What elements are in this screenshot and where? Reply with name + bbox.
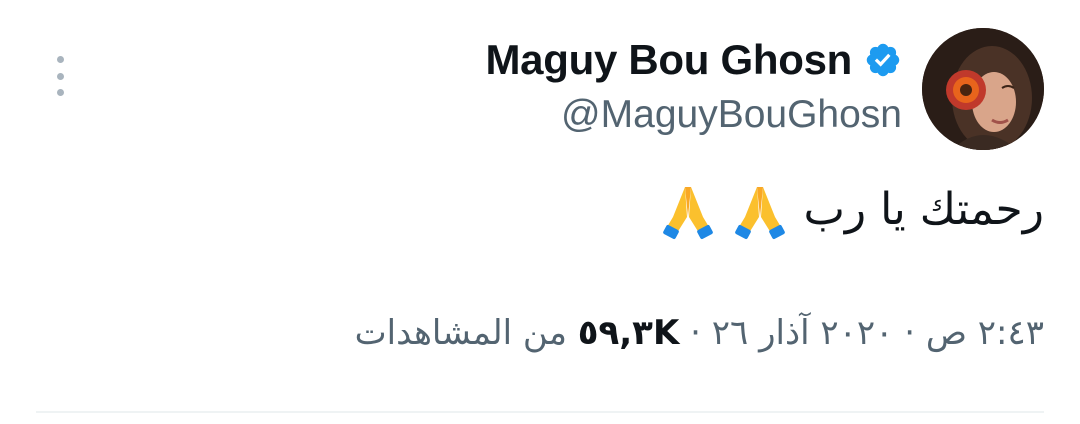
meta-separator: · (690, 313, 701, 353)
avatar[interactable] (922, 28, 1044, 150)
verified-badge-icon (866, 43, 900, 77)
divider (36, 411, 1044, 413)
author-display-name[interactable]: Maguy Bou Ghosn (486, 32, 853, 88)
more-dot (56, 56, 64, 63)
tweet-text: رحمتك يا رب (659, 178, 1044, 242)
folded-hands-emoji-icon (735, 187, 786, 239)
more-dot (56, 72, 64, 80)
tweet-header: Maguy Bou Ghosn @MaguyBouGhosn (486, 28, 1044, 150)
author-names: Maguy Bou Ghosn @MaguyBouGhosn (486, 32, 903, 140)
tweet-body: رحمتك يا رب (803, 184, 1044, 235)
meta-separator: · (904, 313, 916, 353)
more-options-icon[interactable] (48, 56, 72, 96)
name-row: Maguy Bou Ghosn (486, 32, 903, 88)
views-label: من المشاهدات (354, 313, 567, 353)
tweet-time[interactable]: ٢:٤٣ ص (926, 313, 1044, 353)
author-handle[interactable]: @MaguyBouGhosn (561, 90, 902, 140)
avatar-image (922, 28, 1044, 150)
more-dot (56, 89, 64, 96)
tweet-meta: ٢:٤٣ ص · ٢٠٢٠ آذار ٢٦ · ٥٩,٣K من المشاهد… (355, 308, 1044, 358)
views-count[interactable]: ٥٩,٣K (578, 313, 680, 353)
tweet-date[interactable]: ٢٠٢٠ آذار ٢٦ (712, 313, 894, 353)
folded-hands-emoji-icon (663, 187, 714, 239)
